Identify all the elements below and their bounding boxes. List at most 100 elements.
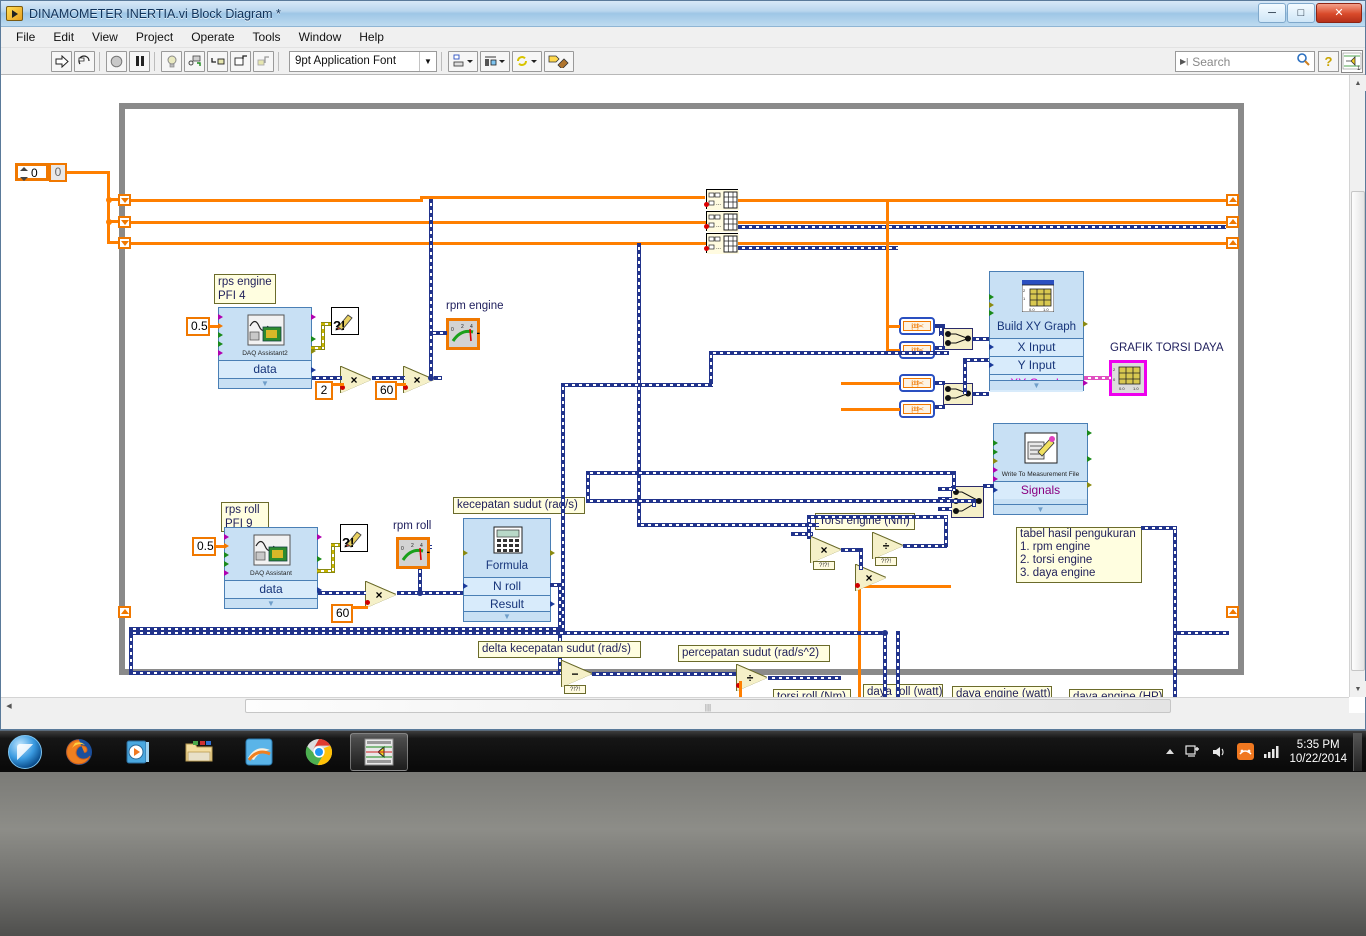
constant-half-roll[interactable]: 0.5 (192, 537, 216, 556)
search-icon[interactable] (1296, 52, 1310, 71)
highlight-execution-bulb-icon[interactable] (161, 51, 182, 72)
menu-edit[interactable]: Edit (44, 28, 83, 46)
scroll-down-button[interactable]: ▼ (1350, 681, 1366, 697)
build-xy-y-input-row[interactable]: Y Input (990, 356, 1083, 374)
constant-sixty-engine[interactable]: 60 (375, 381, 397, 400)
abort-execution-icon[interactable] (106, 51, 127, 72)
grafik-torsi-daya-indicator[interactable]: 2 0 0.0 1.0 (1109, 360, 1147, 396)
build-array-node-2[interactable]: ... (706, 211, 738, 231)
maximize-button[interactable]: □ (1287, 3, 1315, 23)
vertical-scroll-thumb[interactable] (1351, 191, 1365, 671)
taskbar-app-media-player[interactable] (110, 733, 168, 771)
vertical-scrollbar[interactable]: ▲ ▼ (1349, 75, 1365, 697)
daq-assistant-node[interactable]: DAQ Assistant data ▼ (224, 527, 318, 609)
daq-assistant-expand[interactable]: ▼ (225, 598, 317, 608)
label-delta-kecepatan-sudut[interactable]: delta kecepatan sudut (rad/s) (478, 641, 641, 658)
block-diagram-canvas[interactable]: 0 0 . (1, 75, 1365, 729)
constant-half-engine[interactable]: 0.5 (186, 317, 210, 336)
menu-help[interactable]: Help (350, 28, 393, 46)
convert-to-dynamic-1[interactable]: [dbl]>< (899, 317, 935, 335)
divide-torsi-engine[interactable]: ÷ ?!?! (873, 533, 905, 559)
volume-icon[interactable] (1211, 745, 1227, 759)
taskbar-app-chrome[interactable] (290, 733, 348, 771)
app-tray-icon[interactable] (1237, 743, 1254, 760)
label-rps-engine[interactable]: rps engine PFI 4 (214, 274, 276, 304)
signal-strength-icon[interactable] (1264, 745, 1280, 758)
write-to-measurement-file-node[interactable]: Write To Measurement File Signals ▼ (993, 423, 1088, 515)
multiply-engine-1[interactable]: × (341, 367, 373, 393)
distribute-objects-icon[interactable] (480, 51, 510, 72)
freetext-grafik-torsi-daya[interactable]: GRAFIK TORSI DAYA (1110, 342, 1224, 354)
loop-tunnel-right-1[interactable] (1226, 194, 1239, 206)
convert-to-dynamic-4[interactable]: [dbl]>< (899, 400, 935, 418)
write-to-file-signals-row[interactable]: Signals (994, 481, 1087, 499)
menu-window[interactable]: Window (290, 28, 351, 46)
multiply-torsi-engine[interactable]: × ?!?! (811, 537, 843, 563)
minimize-button[interactable]: ─ (1258, 3, 1286, 23)
menu-operate[interactable]: Operate (182, 28, 243, 46)
loop-tunnel-left-bottom[interactable] (118, 606, 131, 618)
network-icon[interactable] (1185, 744, 1201, 759)
zero-constant[interactable]: 0 (49, 163, 67, 182)
constant-two[interactable]: 2 (315, 381, 333, 400)
freetext-rpm-roll[interactable]: rpm roll (393, 520, 431, 532)
label-percepatan-sudut[interactable]: percepatan sudut (rad/s^2) (678, 645, 830, 662)
menu-project[interactable]: Project (127, 28, 182, 46)
label-tabel-hasil-pengukuran[interactable]: tabel hasil pengukuran 1. rpm engine 2. … (1016, 527, 1142, 583)
step-into-icon[interactable] (207, 51, 228, 72)
menu-file[interactable]: File (7, 28, 44, 46)
align-objects-icon[interactable] (448, 51, 478, 72)
label-kecepatan-sudut[interactable]: kecepatan sudut (rad/s) (453, 497, 585, 514)
step-over-icon[interactable] (230, 51, 251, 72)
context-help-button[interactable]: ? (1318, 51, 1339, 72)
merge-signals-xy-1[interactable] (943, 328, 973, 350)
menu-view[interactable]: View (83, 28, 127, 46)
show-desktop-button[interactable] (1353, 733, 1362, 771)
build-xy-graph-node[interactable]: 2 1 0.0 1.0 Build XY Graph X Input Y Inp… (989, 271, 1084, 391)
taskbar-app-labview[interactable] (350, 733, 408, 771)
taskbar-app-explorer[interactable] (170, 733, 228, 771)
daq-assistant2-node[interactable]: DAQ Assistant2 data ▼ (218, 307, 312, 389)
daq-assistant-data-row[interactable]: data (225, 580, 317, 598)
build-xy-expand[interactable]: ▼ (990, 380, 1083, 390)
font-select[interactable]: 9pt Application Font ▼ (289, 51, 437, 72)
convert-to-dynamic-3[interactable]: [dbl]>< (899, 374, 935, 392)
scroll-left-button[interactable]: ◀ (1, 698, 17, 714)
retain-wire-values-icon[interactable] (184, 51, 205, 72)
build-xy-x-input-row[interactable]: X Input (990, 338, 1083, 356)
freetext-rpm-engine[interactable]: rpm engine (446, 300, 504, 312)
close-button[interactable]: ✕ (1316, 3, 1362, 23)
loop-tunnel-left-3[interactable] (118, 237, 131, 249)
formula-expand[interactable]: ▼ (464, 611, 550, 621)
start-orb-icon[interactable] (2, 733, 48, 771)
iteration-control-terminal[interactable]: 0 (15, 163, 49, 181)
horizontal-scrollbar[interactable]: ◀ ||| (1, 697, 1349, 713)
run-arrow-icon[interactable] (51, 51, 72, 72)
taskbar-app-foxit[interactable] (230, 733, 288, 771)
clock[interactable]: 5:35 PM 10/22/2014 (1289, 738, 1347, 766)
horizontal-scroll-thumb[interactable]: ||| (245, 699, 1171, 713)
loop-tunnel-left-1[interactable] (118, 194, 131, 206)
show-hidden-icons-icon[interactable] (1165, 747, 1175, 757)
rpm-engine-indicator[interactable]: 0 2 4 DBL (446, 318, 480, 350)
daq-assistant2-data-row[interactable]: data (219, 360, 311, 378)
run-continuously-icon[interactable] (74, 51, 95, 72)
chevron-down-icon[interactable]: ▼ (419, 52, 436, 71)
build-array-node-3[interactable]: ... (706, 233, 738, 253)
taskbar-app-firefox[interactable] (50, 733, 108, 771)
formula-nroll-row[interactable]: N roll (464, 577, 550, 595)
convert-to-dynamic-2[interactable]: [dbl]>< (899, 341, 935, 359)
formula-node[interactable]: Formula N roll Result ▼ (463, 518, 551, 622)
menu-tools[interactable]: Tools (244, 28, 290, 46)
simple-error-handler-roll[interactable]: ?! (340, 524, 368, 552)
rpm-roll-indicator[interactable]: 0 2 4 DBL (396, 537, 430, 569)
step-out-icon[interactable] (253, 51, 274, 72)
loop-tunnel-left-2[interactable] (118, 216, 131, 228)
daq-assistant2-expand[interactable]: ▼ (219, 378, 311, 388)
loop-tunnel-right-bottom[interactable] (1226, 606, 1239, 618)
search-scope-icon[interactable]: ▶| (1180, 57, 1188, 66)
loop-tunnel-right-2[interactable] (1226, 216, 1239, 228)
pause-icon[interactable] (129, 51, 150, 72)
build-array-node-1[interactable]: ... (706, 189, 738, 209)
reorder-icon[interactable] (512, 51, 542, 72)
